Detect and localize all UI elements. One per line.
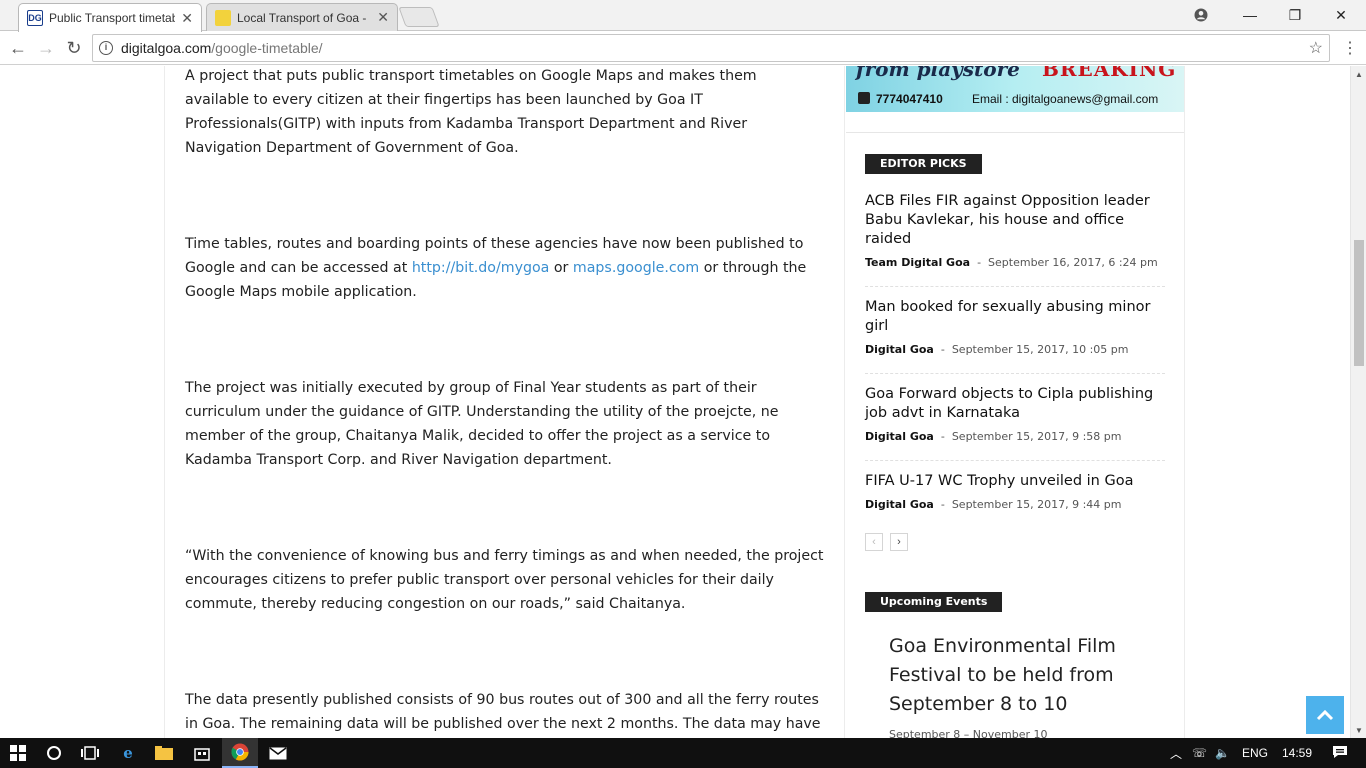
close-tab-icon[interactable]: ✕	[181, 10, 193, 27]
article-paragraph: The project was initially executed by gr…	[185, 380, 779, 468]
tab-title: Local Transport of Goa -	[237, 10, 367, 25]
pick-title[interactable]: FIFA U-17 WC Trophy unveiled in Goa	[865, 472, 1165, 491]
mygoa-link[interactable]: http://bit.do/mygoa	[412, 260, 550, 276]
chevron-up-icon	[1316, 709, 1334, 721]
volume-icon[interactable]: 🔈	[1215, 746, 1230, 760]
pager-prev-button[interactable]: ‹	[865, 533, 883, 551]
new-tab-button[interactable]	[398, 7, 440, 27]
event-title[interactable]: Goa Environmental Film Festival to be he…	[889, 632, 1139, 719]
pick-meta: Digital Goa - September 15, 2017, 10 :05…	[865, 343, 1165, 356]
pick-divider	[865, 460, 1165, 461]
browser-tab-strip: DG Public Transport timetabl ✕ Local Tra…	[0, 0, 1366, 32]
pick-divider	[865, 286, 1165, 287]
back-icon[interactable]: ←	[6, 36, 30, 60]
address-bar[interactable]: i digitalgoa.com/google-timetable/ ☆	[92, 34, 1330, 62]
editor-picks-heading: EDITOR PICKS	[865, 154, 982, 174]
store-icon[interactable]	[184, 738, 220, 768]
pager-next-button[interactable]: ›	[890, 533, 908, 551]
pick-author[interactable]: Digital Goa	[865, 498, 934, 511]
site-favicon-icon	[215, 9, 231, 26]
language-indicator[interactable]: ENG	[1242, 746, 1268, 760]
pick-title[interactable]: ACB Files FIR against Opposition leader …	[865, 192, 1165, 249]
editor-pick-item[interactable]: ACB Files FIR against Opposition leader …	[865, 192, 1165, 269]
pick-title[interactable]: Man booked for sexually abusing minor gi…	[865, 298, 1165, 336]
reload-icon[interactable]: ↻	[62, 36, 86, 60]
upcoming-events-heading: Upcoming Events	[865, 592, 1003, 612]
tab-public-transport[interactable]: DG Public Transport timetabl ✕	[18, 3, 202, 32]
scroll-down-arrow-icon[interactable]: ▼	[1351, 722, 1366, 738]
show-hidden-icons-icon[interactable]: ︿	[1170, 745, 1182, 762]
pick-meta: Digital Goa - September 15, 2017, 9 :58 …	[865, 430, 1165, 443]
chrome-icon[interactable]	[222, 738, 258, 768]
clock[interactable]: 14:59	[1282, 746, 1312, 760]
minimize-icon[interactable]: —	[1227, 0, 1273, 30]
search-icon[interactable]	[36, 738, 72, 768]
pick-meta: Team Digital Goa - September 16, 2017, 6…	[865, 256, 1165, 269]
scroll-to-top-button[interactable]	[1306, 696, 1344, 734]
close-window-icon[interactable]: ✕	[1318, 0, 1364, 30]
event-date: September 8 – November 10	[889, 728, 1048, 738]
windows-start-icon[interactable]	[0, 738, 36, 768]
article-paragraph: A project that puts public transport tim…	[185, 68, 757, 156]
pick-author[interactable]: Team Digital Goa	[865, 256, 970, 269]
meta-separator: -	[940, 498, 945, 511]
sidebar-divider	[844, 66, 845, 738]
menu-icon[interactable]: ⋮	[1338, 36, 1362, 60]
phone-icon	[858, 92, 870, 104]
tab-local-transport[interactable]: Local Transport of Goa - ✕	[206, 3, 398, 31]
pick-date: September 16, 2017, 6 :24 pm	[988, 256, 1158, 269]
pick-author[interactable]: Digital Goa	[865, 430, 934, 443]
edge-browser-icon[interactable]: e	[110, 738, 146, 768]
digitalgoa-favicon-icon: DG	[27, 10, 43, 26]
scroll-up-arrow-icon[interactable]: ▲	[1351, 66, 1366, 82]
meta-separator: -	[940, 430, 945, 443]
file-explorer-icon[interactable]	[146, 738, 182, 768]
forward-icon[interactable]: →	[34, 36, 58, 60]
scrollbar-thumb[interactable]	[1354, 240, 1364, 366]
bookmark-star-icon[interactable]: ☆	[1309, 38, 1323, 58]
mail-icon[interactable]	[260, 738, 296, 768]
sidebar-separator	[846, 132, 1184, 133]
close-tab-icon[interactable]: ✕	[377, 9, 389, 26]
tab-title: Public Transport timetabl	[49, 11, 176, 25]
restore-icon[interactable]: ❐	[1272, 0, 1318, 30]
task-view-icon[interactable]	[72, 738, 108, 768]
article-paragraph: The data presently published consists of…	[185, 692, 821, 732]
url-host: digitalgoa.com	[121, 40, 212, 56]
google-maps-link[interactable]: maps.google.com	[573, 260, 699, 276]
pick-author[interactable]: Digital Goa	[865, 343, 934, 356]
banner-email: Email : digitalgoanews@gmail.com	[972, 92, 1159, 106]
banner-phone: 7774047410	[858, 92, 943, 106]
url-path: /google-timetable/	[211, 40, 323, 56]
text: or	[549, 260, 573, 276]
pick-divider	[865, 373, 1165, 374]
meta-separator: -	[977, 256, 982, 269]
advertisement-banner[interactable]: from playstore BREAKING 7774047410 Email…	[846, 66, 1184, 112]
pick-date: September 15, 2017, 9 :44 pm	[951, 498, 1122, 511]
editor-pick-item[interactable]: Goa Forward objects to Cipla publishing …	[865, 385, 1165, 443]
pick-date: September 15, 2017, 9 :58 pm	[951, 430, 1122, 443]
phone-number: 7774047410	[876, 92, 943, 106]
page-scrollbar[interactable]: ▲ ▼	[1350, 66, 1366, 738]
pick-meta: Digital Goa - September 15, 2017, 9 :44 …	[865, 498, 1165, 511]
article-paragraph: “With the convenience of knowing bus and…	[185, 548, 824, 612]
article-paragraph: Time tables, routes and boarding points …	[185, 232, 825, 304]
browser-toolbar: ← → ↻ i digitalgoa.com/google-timetable/…	[0, 31, 1366, 65]
pick-title[interactable]: Goa Forward objects to Cipla publishing …	[865, 385, 1165, 423]
banner-breaking-text: BREAKING	[1042, 66, 1177, 81]
pick-date: September 15, 2017, 10 :05 pm	[951, 343, 1129, 356]
editor-pick-item[interactable]: FIFA U-17 WC Trophy unveiled in Goa Digi…	[865, 472, 1165, 511]
site-info-icon[interactable]: i	[99, 41, 113, 55]
meta-separator: -	[940, 343, 945, 356]
banner-text: from playstore	[856, 66, 1020, 81]
notifications-icon[interactable]	[1332, 745, 1348, 762]
web-page: A project that puts public transport tim…	[0, 66, 1350, 738]
network-icon[interactable]: ☏	[1192, 746, 1207, 760]
system-tray: ︿ ☏ 🔈 ENG 14:59	[1170, 738, 1348, 768]
profile-icon[interactable]	[1178, 0, 1224, 30]
editor-pick-item[interactable]: Man booked for sexually abusing minor gi…	[865, 298, 1165, 356]
windows-taskbar: e ︿ ☏ 🔈 ENG 14:59	[0, 738, 1366, 768]
